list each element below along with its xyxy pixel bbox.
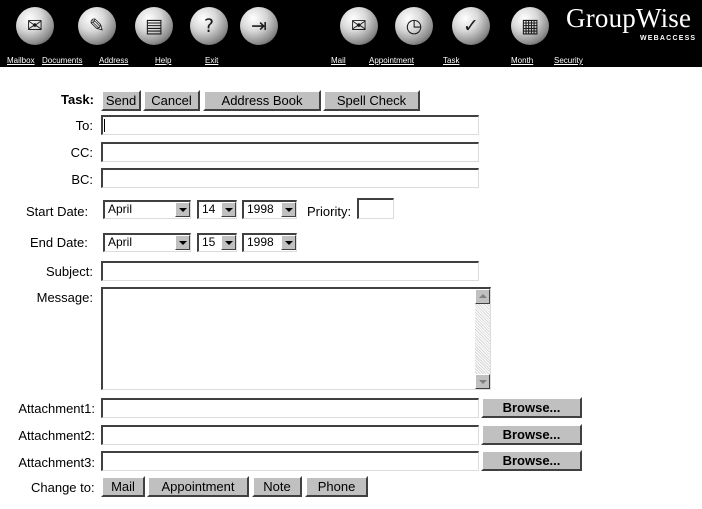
chevron-down-icon[interactable] xyxy=(221,235,236,250)
priority-field[interactable] xyxy=(357,198,394,219)
start-day-value: 14 xyxy=(202,202,216,216)
mailbox-icon[interactable]: ✉ xyxy=(16,7,54,45)
webaccess-logo-text: WEBACCESS xyxy=(640,35,697,42)
change-to-note-button[interactable]: Note xyxy=(252,476,302,497)
groupwise-logo: GroupWise xyxy=(566,3,692,33)
nav-exit[interactable]: Exit xyxy=(205,56,218,65)
chevron-down-icon[interactable] xyxy=(281,235,296,250)
task-icon[interactable]: ✓ xyxy=(452,7,490,45)
start-year-select[interactable]: 1998 xyxy=(242,200,297,219)
nav-month[interactable]: Month xyxy=(511,56,533,65)
attachment3-browse-button[interactable]: Browse... xyxy=(481,450,582,471)
chevron-down-icon[interactable] xyxy=(175,202,190,217)
end-year-select[interactable]: 1998 xyxy=(242,233,297,252)
attachment2-label: Attachment2: xyxy=(18,428,95,443)
attachment2-browse-button[interactable]: Browse... xyxy=(481,424,582,445)
task-label: Task: xyxy=(61,92,94,107)
cancel-button[interactable]: Cancel xyxy=(143,90,200,111)
help-icon[interactable]: ? xyxy=(190,7,228,45)
message-scrollbar[interactable] xyxy=(475,289,490,389)
appointment-icon[interactable]: ◷ xyxy=(395,7,433,45)
attachment1-field[interactable] xyxy=(101,398,479,418)
end-month-value: April xyxy=(108,235,133,249)
start-month-select[interactable]: April xyxy=(103,200,191,219)
attachment3-field[interactable] xyxy=(101,451,479,471)
priority-label: Priority: xyxy=(307,204,352,219)
address-book-icon[interactable]: ▤ xyxy=(135,7,173,45)
mail-icon[interactable]: ✉ xyxy=(340,7,378,45)
chevron-down-icon[interactable] xyxy=(281,202,296,217)
documents-icon[interactable]: ✎ xyxy=(78,7,116,45)
cc-field[interactable] xyxy=(101,142,479,162)
start-month-value: April xyxy=(108,202,133,216)
change-to-label: Change to: xyxy=(31,480,95,495)
start-year-value: 1998 xyxy=(247,202,274,216)
end-day-value: 15 xyxy=(202,235,216,249)
attachment3-label: Attachment3: xyxy=(18,455,95,470)
nav-task[interactable]: Task xyxy=(443,56,459,65)
toolbar-banner: ✉ ✎ ▤ ? ⇥ ✉ ◷ ✓ ▦ GroupWise WEBACCESS xyxy=(0,0,702,57)
text-cursor xyxy=(104,119,105,132)
chevron-down-icon[interactable] xyxy=(175,235,190,250)
to-label: To: xyxy=(75,118,93,133)
end-month-select[interactable]: April xyxy=(103,233,191,252)
start-day-select[interactable]: 14 xyxy=(197,200,237,219)
address-book-button[interactable]: Address Book xyxy=(203,90,321,111)
nav-mail[interactable]: Mail xyxy=(331,56,346,65)
scroll-down-icon[interactable] xyxy=(475,374,490,389)
subject-field[interactable] xyxy=(101,261,479,281)
nav-security[interactable]: Security xyxy=(554,56,583,65)
send-button[interactable]: Send xyxy=(101,90,141,111)
bc-field[interactable] xyxy=(101,168,479,188)
attachment1-label: Attachment1: xyxy=(18,401,95,416)
to-field[interactable] xyxy=(101,115,479,135)
nav-address[interactable]: Address xyxy=(99,56,128,65)
end-date-label: End Date: xyxy=(30,235,88,250)
subject-label: Subject: xyxy=(46,264,93,279)
nav-appointment[interactable]: Appointment xyxy=(369,56,414,65)
nav-mailbox[interactable]: Mailbox xyxy=(7,56,35,65)
change-to-phone-button[interactable]: Phone xyxy=(305,476,368,497)
cc-label: CC: xyxy=(70,145,93,160)
end-day-select[interactable]: 15 xyxy=(197,233,237,252)
end-year-value: 1998 xyxy=(247,235,274,249)
attachment2-field[interactable] xyxy=(101,425,479,445)
exit-icon[interactable]: ⇥ xyxy=(240,7,278,45)
change-to-mail-button[interactable]: Mail xyxy=(101,476,145,497)
spell-check-button[interactable]: Spell Check xyxy=(323,90,420,111)
attachment1-browse-button[interactable]: Browse... xyxy=(481,397,582,418)
message-textarea[interactable] xyxy=(101,287,491,390)
scroll-up-icon[interactable] xyxy=(475,289,490,304)
bc-label: BC: xyxy=(71,172,93,187)
message-label: Message: xyxy=(36,290,93,305)
change-to-appointment-button[interactable]: Appointment xyxy=(147,476,249,497)
nav-help[interactable]: Help xyxy=(155,56,171,65)
start-date-label: Start Date: xyxy=(26,204,89,219)
nav-documents[interactable]: Documents xyxy=(42,56,82,65)
chevron-down-icon[interactable] xyxy=(221,202,236,217)
month-calendar-icon[interactable]: ▦ xyxy=(511,7,549,45)
